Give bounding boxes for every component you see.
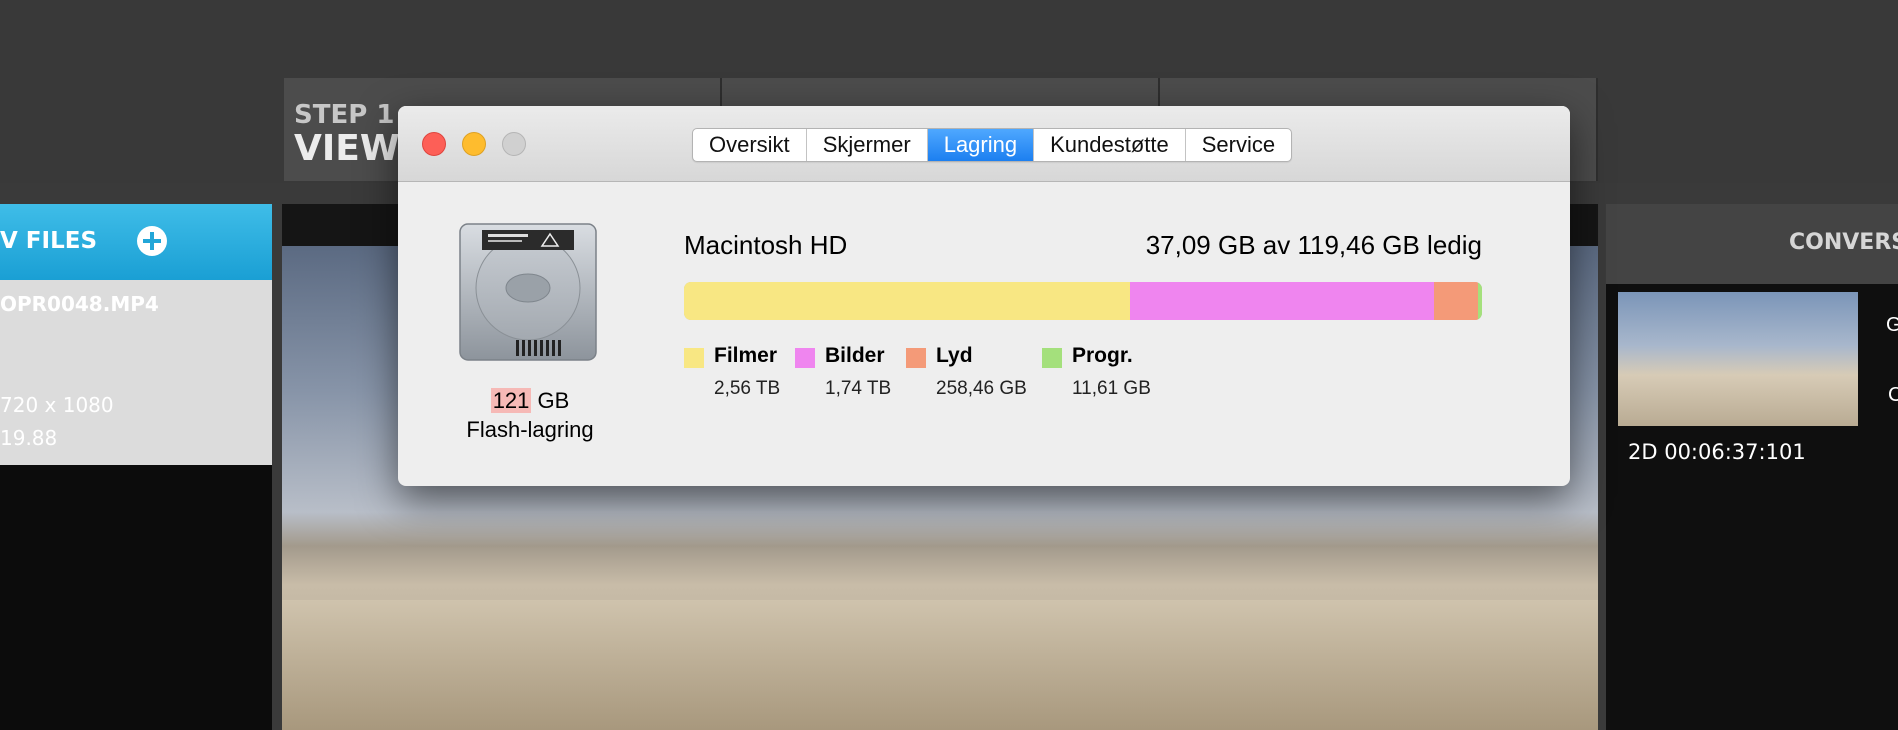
legend-label: Lyd bbox=[936, 344, 973, 367]
conversion-thumbnail[interactable] bbox=[1618, 292, 1858, 426]
legend-size: 258,46 GB bbox=[936, 378, 1027, 399]
usage-bar-segment bbox=[1130, 282, 1435, 320]
legend-label: Progr. bbox=[1072, 344, 1133, 367]
legend-swatch bbox=[1042, 348, 1062, 368]
legend-label: Filmer bbox=[714, 344, 778, 367]
usage-bar-segment bbox=[684, 282, 1131, 320]
conversion-label-g: G bbox=[1886, 314, 1898, 336]
window-titlebar[interactable]: Oversikt Skjermer Lagring Kundestøtte Se… bbox=[398, 106, 1570, 182]
usage-bar-segment bbox=[1477, 282, 1482, 320]
about-this-mac-window: Oversikt Skjermer Lagring Kundestøtte Se… bbox=[398, 106, 1570, 486]
conversion-timecode: 2D 00:06:37:101 bbox=[1628, 440, 1806, 464]
tab-bar: Oversikt Skjermer Lagring Kundestøtte Se… bbox=[692, 128, 1293, 162]
tab-skjermer[interactable]: Skjermer bbox=[807, 129, 928, 161]
files-panel: V FILES OPR0048.MP4 720 x 1080 19.88 bbox=[0, 204, 272, 730]
tab-kundestotte[interactable]: Kundestøtte bbox=[1034, 129, 1186, 161]
file-name: OPR0048.MP4 bbox=[0, 292, 159, 316]
file-resolution: 720 x 1080 bbox=[0, 393, 114, 417]
conversion-header: CONVERSI bbox=[1606, 204, 1898, 284]
disk-capacity-unit: GB bbox=[531, 388, 570, 413]
disk-capacity-number: 121 bbox=[490, 388, 532, 413]
usage-bar-segment bbox=[1434, 282, 1478, 320]
file-fps: 19.88 bbox=[0, 426, 58, 450]
step-number: STEP 1 bbox=[294, 100, 395, 130]
storage-usage-bar bbox=[684, 282, 1482, 320]
files-title: V FILES bbox=[0, 228, 98, 254]
legend-size: 1,74 TB bbox=[825, 378, 892, 399]
preview-image-beach bbox=[282, 600, 1598, 730]
legend-size: 2,56 TB bbox=[714, 378, 781, 399]
files-header: V FILES bbox=[0, 204, 272, 280]
legend-swatch bbox=[795, 348, 815, 368]
zoom-button bbox=[502, 132, 526, 156]
conversion-panel: CONVERSI 2D 00:06:37:101 G C bbox=[1606, 204, 1898, 730]
tab-oversikt[interactable]: Oversikt bbox=[693, 129, 807, 161]
legend-swatch bbox=[906, 348, 926, 368]
volume-free-space: 37,09 GB av 119,46 GB ledig bbox=[1145, 230, 1482, 260]
close-button[interactable] bbox=[422, 132, 446, 156]
hard-drive-icon bbox=[459, 223, 597, 361]
conversion-label-c: C bbox=[1888, 384, 1898, 406]
tab-lagring[interactable]: Lagring bbox=[927, 129, 1035, 161]
legend-label: Bilder bbox=[825, 344, 885, 367]
volume-name: Macintosh HD bbox=[684, 230, 848, 260]
add-file-icon[interactable] bbox=[137, 226, 167, 256]
minimize-button[interactable] bbox=[462, 132, 486, 156]
legend-size: 11,61 GB bbox=[1072, 378, 1151, 399]
disk-capacity: 121 GB bbox=[398, 388, 662, 414]
conversion-title: CONVERSI bbox=[1789, 230, 1898, 255]
legend-swatch bbox=[684, 348, 704, 368]
disk-kind: Flash-lagring bbox=[466, 417, 594, 442]
tab-service[interactable]: Service bbox=[1186, 129, 1291, 161]
file-list-item[interactable]: OPR0048.MP4 720 x 1080 19.88 bbox=[0, 280, 272, 465]
